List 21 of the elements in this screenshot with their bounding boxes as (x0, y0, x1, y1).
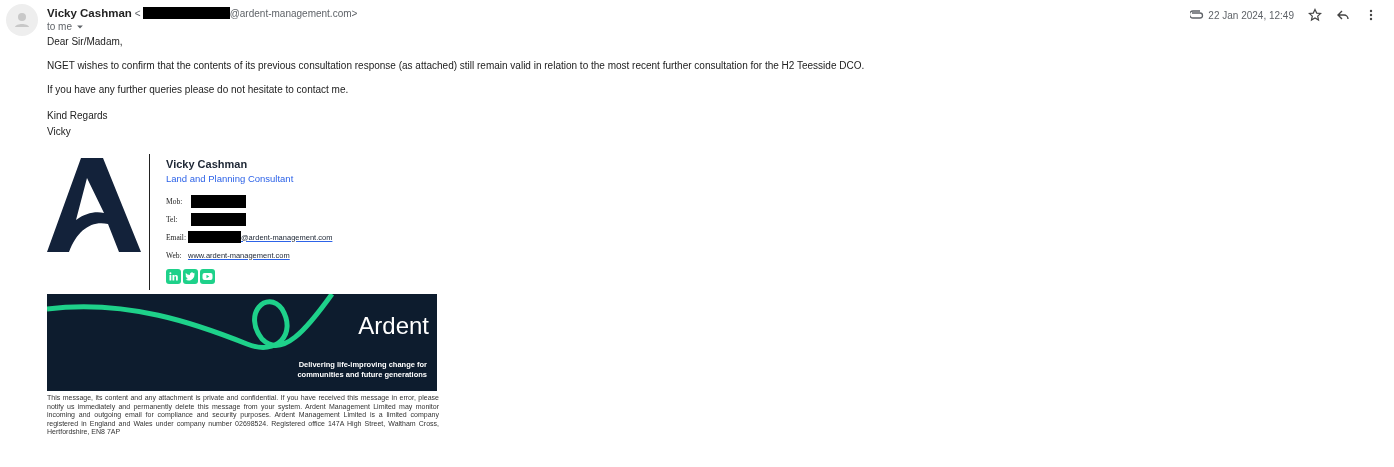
avatar-icon (6, 4, 38, 36)
body-paragraph: If you have any further queries please do not hesitate to contact me. (47, 84, 350, 95)
signature-name: Vicky Cashman (166, 158, 249, 170)
sender-name: Vicky Cashman (47, 7, 132, 19)
sender-address: @ardent-management.com> (229, 7, 358, 19)
closing-line: Kind Regards (47, 109, 109, 123)
reply-icon[interactable] (1336, 8, 1350, 22)
recipient-label: to me (47, 21, 72, 32)
address-separator: < (134, 7, 141, 19)
redaction-bar (191, 194, 246, 208)
message-date: 22 Jan 2024, 12:49 (1208, 9, 1294, 21)
redaction-bar (188, 231, 241, 243)
body-paragraph: NGET wishes to confirm that the contents of its previous consultation response (as attached) still remain valid in relation to the most recent further consultation for the H2 Teesside DCO. (47, 60, 866, 71)
closing-line: Vicky (47, 125, 72, 139)
signature-role: Land and Planning Consultant (166, 173, 295, 184)
redaction-bar (191, 212, 246, 226)
logo-icon (47, 158, 141, 252)
banner-brand: Ardent (358, 312, 429, 340)
body-paragraph: Dear Sir/Madam, (47, 36, 124, 47)
star-icon[interactable] (1308, 8, 1322, 22)
paperclip-icon (1190, 8, 1205, 22)
